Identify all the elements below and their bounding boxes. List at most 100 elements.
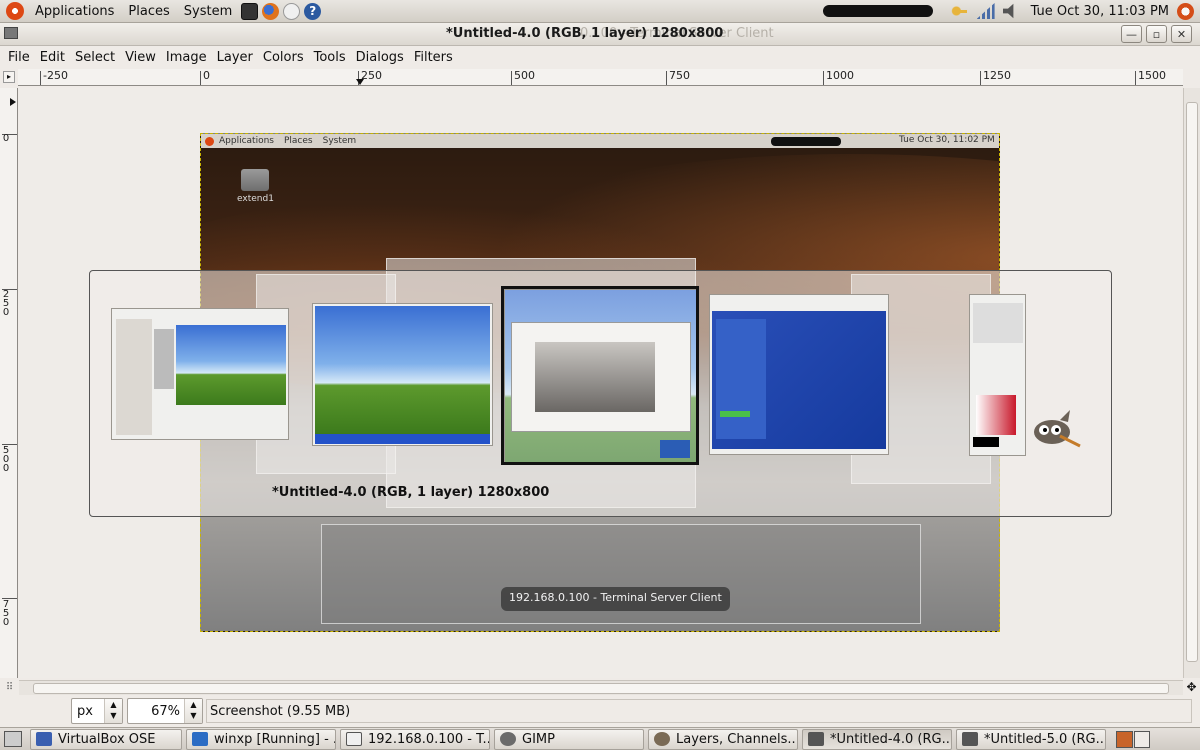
window-menu-icon[interactable] — [4, 27, 18, 39]
screenshot-clock: Tue Oct 30, 11:02 PM — [899, 135, 995, 145]
ruler-label: -250 — [43, 69, 68, 82]
vertical-scrollbar[interactable] — [1183, 88, 1200, 678]
pointer-marker-icon — [356, 79, 364, 85]
close-button[interactable]: ✕ — [1171, 25, 1192, 43]
bottom-panel: VirtualBox OSE winxp [Running] - ... 192… — [0, 727, 1200, 750]
menu-filters[interactable]: Filters — [409, 50, 458, 65]
help-launcher-icon[interactable]: ? — [304, 2, 322, 20]
ruler-label: 250 — [361, 69, 382, 82]
image-window-icon — [808, 732, 824, 746]
unit-value: px — [77, 703, 93, 719]
menu-view[interactable]: View — [120, 50, 161, 65]
horizontal-ruler[interactable]: -250 0 250 500 750 1000 1250 1500 — [18, 69, 1183, 86]
task-virtualbox[interactable]: VirtualBox OSE — [30, 728, 182, 750]
ubuntu-logo-icon — [205, 136, 214, 146]
terminal-launcher-icon[interactable] — [241, 2, 259, 20]
desktop-icon-label: extend1 — [237, 194, 274, 204]
pointer-marker-icon — [10, 98, 16, 106]
screenshot-menu: Places — [283, 136, 313, 146]
shutdown-icon[interactable] — [1177, 2, 1194, 20]
window-icon — [346, 732, 362, 746]
gimp-icon — [500, 732, 516, 746]
task-label: VirtualBox OSE — [58, 731, 156, 747]
ruler-label: 0 — [2, 133, 10, 144]
horizontal-scrollbar-thumb[interactable] — [33, 683, 1169, 694]
thumbnail-swatch — [973, 437, 999, 447]
system-menu[interactable]: System — [177, 0, 239, 23]
menu-select[interactable]: Select — [70, 50, 120, 65]
chevron-updown-icon[interactable]: ▲ ▼ — [104, 699, 122, 723]
task-terminal-server[interactable]: 192.168.0.100 - T... — [340, 728, 490, 750]
workspace-1[interactable] — [1116, 730, 1133, 748]
zoom-value[interactable]: 67% — [151, 704, 180, 719]
window-thumbnail[interactable] — [111, 308, 289, 440]
ruler-label: 750 — [669, 69, 690, 82]
chevron-updown-icon[interactable]: ▲ ▼ — [184, 699, 202, 723]
system-tray: Tue Oct 30, 11:03 PM — [822, 0, 1200, 23]
show-desktop-icon[interactable] — [4, 731, 22, 747]
clock[interactable]: Tue Oct 30, 11:03 PM — [1025, 4, 1175, 19]
mail-launcher-icon[interactable] — [283, 2, 301, 20]
drive-icon — [241, 169, 269, 191]
places-menu[interactable]: Places — [121, 0, 176, 23]
menu-file[interactable]: File — [3, 50, 35, 65]
ubuntu-logo-icon[interactable] — [6, 2, 24, 20]
workspace-2[interactable] — [1133, 730, 1150, 748]
zoom-selector[interactable]: 67% ▲ ▼ — [127, 698, 203, 724]
vertical-scrollbar-thumb[interactable] — [1186, 102, 1198, 662]
applications-menu[interactable]: Applications — [28, 0, 121, 23]
workspace-switcher[interactable] — [1116, 730, 1150, 748]
menu-image[interactable]: Image — [161, 50, 212, 65]
menu-tools[interactable]: Tools — [309, 50, 351, 65]
menu-dialogs[interactable]: Dialogs — [351, 50, 409, 65]
ruler-label: 1250 — [983, 69, 1011, 82]
thumbnail-desktop — [176, 325, 286, 405]
task-label: *Untitled-4.0 (RG... — [830, 731, 952, 747]
redacted-area — [822, 5, 933, 17]
quick-mask-icon[interactable]: ⠿ — [2, 680, 17, 695]
firefox-launcher-icon[interactable] — [262, 2, 280, 20]
ruler-label: 0 — [2, 463, 10, 474]
selection-border — [501, 286, 699, 465]
window-thumbnail[interactable] — [709, 294, 889, 455]
task-label: GIMP — [522, 731, 555, 747]
image-menu-arrow-icon[interactable]: ▸ — [3, 71, 15, 83]
ruler-label: 0 — [203, 69, 210, 82]
window-thumbnail[interactable] — [969, 294, 1026, 456]
network-signal-icon[interactable] — [976, 3, 995, 19]
canvas-area[interactable]: Applications Places System Tue Oct 30, 1… — [19, 88, 1181, 678]
key-icon[interactable] — [950, 3, 969, 19]
task-untitled-4[interactable]: *Untitled-4.0 (RG... — [802, 728, 952, 750]
unit-selector[interactable]: px ▲ ▼ — [71, 698, 123, 724]
task-label: winxp [Running] - ... — [214, 731, 336, 747]
vertical-ruler[interactable]: 0 2 5 0 5 0 0 7 5 0 — [0, 88, 18, 678]
menubar: File Edit Select View Image Layer Colors… — [0, 46, 1200, 68]
gimp-icon — [654, 732, 670, 746]
switcher-window-title: *Untitled-4.0 (RGB, 1 layer) 1280x800 — [272, 485, 550, 500]
volume-icon[interactable] — [1002, 3, 1014, 19]
ruler-label: 1500 — [1138, 69, 1166, 82]
window-titlebar[interactable]: 0.100 - Terminal Server Client *Untitled… — [0, 23, 1200, 46]
horizontal-scrollbar[interactable] — [19, 680, 1183, 695]
ruler-label: 0 — [2, 307, 10, 318]
task-layers[interactable]: Layers, Channels... — [648, 728, 798, 750]
menu-colors[interactable]: Colors — [258, 50, 309, 65]
maximize-button[interactable]: ▫ — [1146, 25, 1167, 43]
task-winxp[interactable]: winxp [Running] - ... — [186, 728, 336, 750]
task-gimp[interactable]: GIMP — [494, 728, 644, 750]
navigate-icon[interactable]: ✥ — [1184, 680, 1199, 695]
window-thumbnail[interactable] — [312, 303, 493, 446]
image-window-icon — [962, 732, 978, 746]
status-message: Screenshot (9.55 MB) — [206, 699, 1192, 723]
screenshot-top-panel: Applications Places System Tue Oct 30, 1… — [201, 134, 999, 148]
thumbnail-tools — [973, 303, 1023, 343]
virtualbox-icon — [192, 732, 208, 746]
task-untitled-5[interactable]: *Untitled-5.0 (RG... — [956, 728, 1106, 750]
ruler-label: 0 — [2, 617, 10, 628]
menu-layer[interactable]: Layer — [212, 50, 258, 65]
virtualbox-icon — [36, 732, 52, 746]
menu-edit[interactable]: Edit — [35, 50, 70, 65]
minimize-button[interactable]: — — [1121, 25, 1142, 43]
task-label: 192.168.0.100 - T... — [368, 731, 490, 747]
window-tooltip: 192.168.0.100 - Terminal Server Client — [501, 587, 730, 611]
